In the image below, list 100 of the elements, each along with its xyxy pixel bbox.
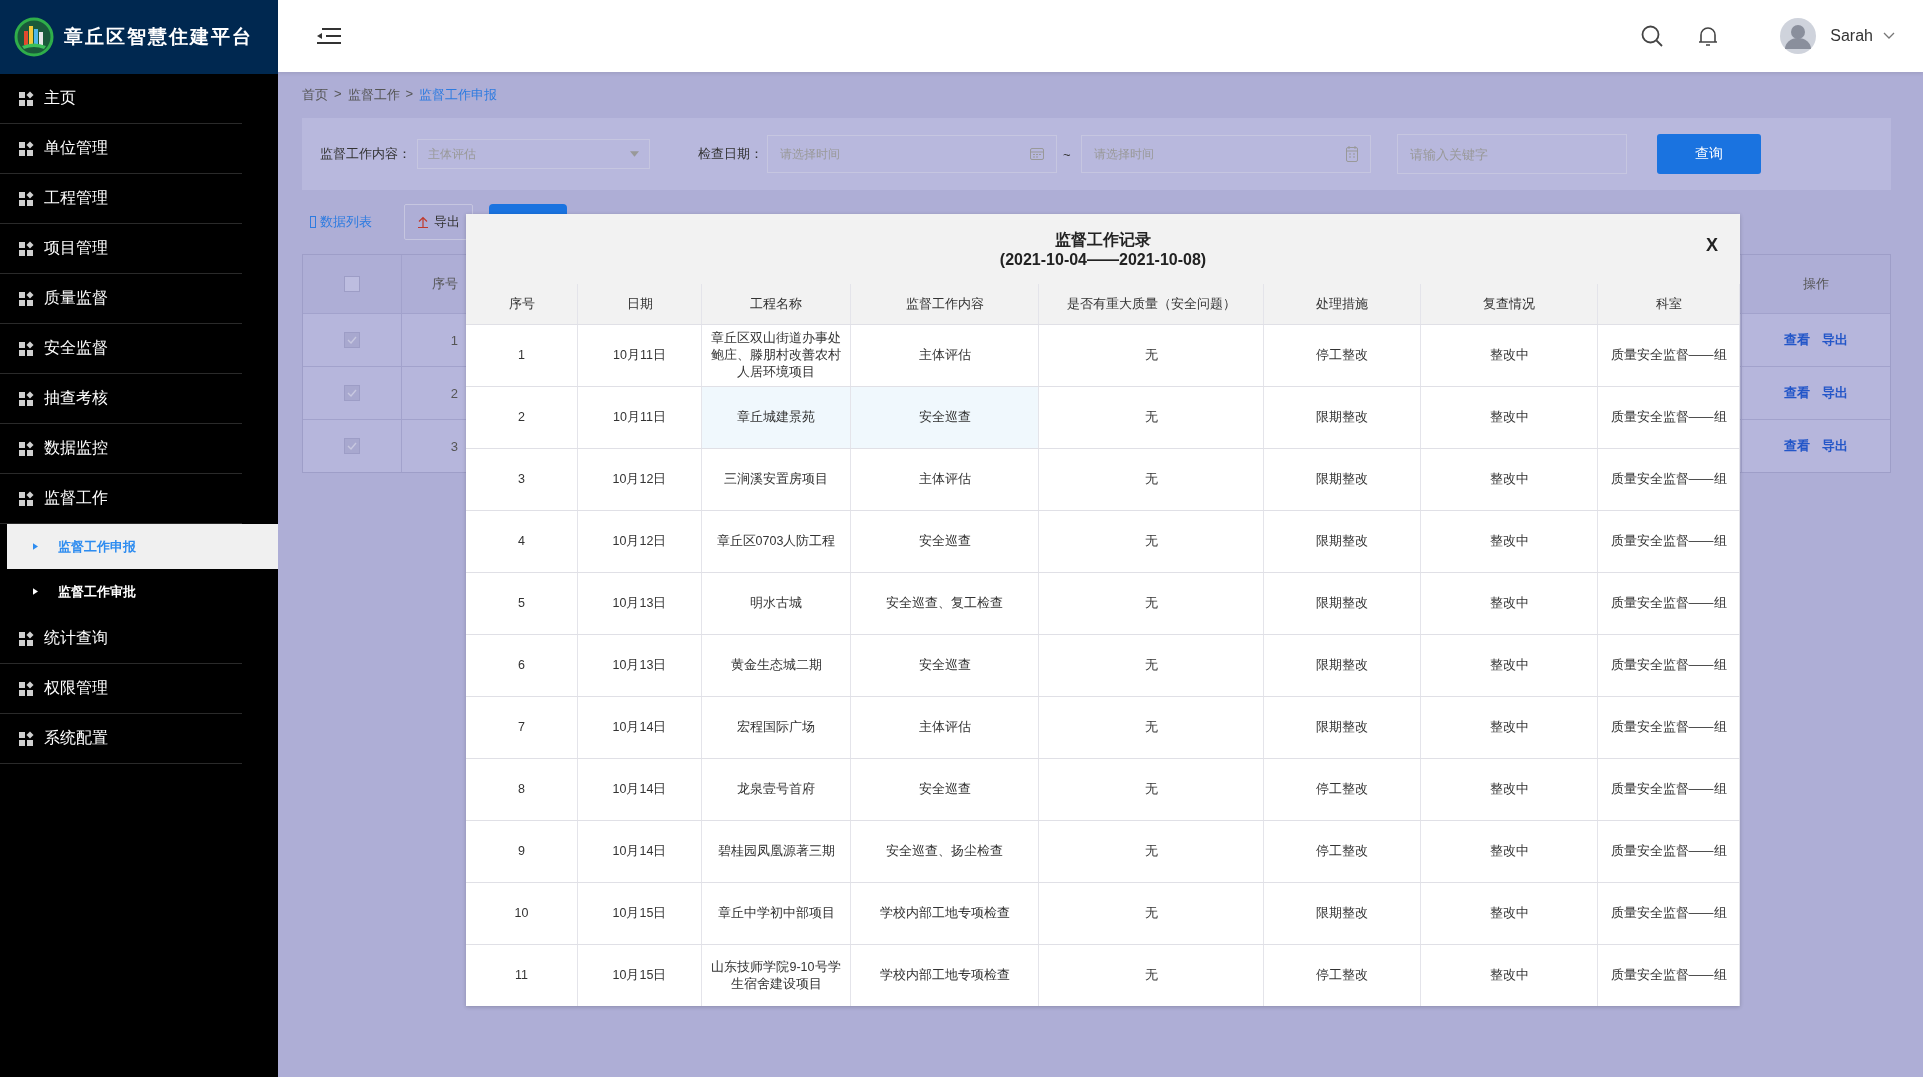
table-cell: 停工整改 (1264, 821, 1421, 882)
action-link[interactable]: 查看 (1784, 437, 1810, 455)
action-link[interactable]: 导出 (1822, 331, 1848, 349)
caret-icon (33, 588, 38, 595)
table-cell: 质量安全监督——组 (1598, 883, 1740, 944)
column-header: 序号 (466, 284, 578, 324)
sub-nav-item[interactable]: 监督工作审批 (7, 569, 278, 614)
grid-icon (18, 140, 34, 157)
nav-item[interactable]: 项目管理 (0, 224, 242, 274)
action-link[interactable]: 查看 (1784, 331, 1810, 349)
column-header: 操作 (1741, 255, 1890, 313)
action-link[interactable]: 导出 (1822, 437, 1848, 455)
breadcrumb-link[interactable]: 监督工作 (347, 86, 400, 104)
checkmark-icon (347, 389, 357, 397)
table-cell: 学校内部工地专项检查 (851, 945, 1039, 1006)
table-cell: 主体评估 (851, 697, 1039, 758)
table-cell: 10月14日 (578, 759, 702, 820)
table-cell: 质量安全监督——组 (1598, 387, 1740, 448)
row-checkbox[interactable] (344, 438, 360, 454)
table-cell: 10月12日 (578, 449, 702, 510)
table-cell: 无 (1039, 697, 1264, 758)
column-header: 科室 (1598, 284, 1740, 324)
table-cell: 限期整改 (1264, 635, 1421, 696)
table-cell: 安全巡查 (851, 511, 1039, 572)
nav-item[interactable]: 权限管理 (0, 664, 242, 714)
nav-item[interactable]: 数据监控 (0, 424, 242, 474)
table-cell: 限期整改 (1264, 511, 1421, 572)
table-cell: 山东技师学院9-10号学生宿舍建设项目 (702, 945, 851, 1006)
table-cell: 4 (466, 511, 578, 572)
table-cell: 无 (1039, 759, 1264, 820)
user-name[interactable]: Sarah (1830, 27, 1873, 45)
table-cell: 10月12日 (578, 511, 702, 572)
menu-icon[interactable] (316, 28, 342, 44)
table-cell: 质量安全监督——组 (1598, 821, 1740, 882)
search-icon[interactable] (1640, 24, 1665, 48)
table-cell: 10 (466, 883, 578, 944)
table-cell: 无 (1039, 325, 1264, 386)
action-link[interactable]: 查看 (1784, 384, 1810, 402)
table-cell: 10月15日 (578, 945, 702, 1006)
table-cell: 主体评估 (851, 449, 1039, 510)
table-cell: 无 (1039, 387, 1264, 448)
dropdown-arrow-icon (630, 151, 639, 157)
grid-icon (18, 290, 34, 307)
grid-icon (18, 240, 34, 257)
column-header: 是否有重大质量（安全问题） (1039, 284, 1264, 324)
column-header: 监督工作内容 (851, 284, 1039, 324)
table-cell: 无 (1039, 449, 1264, 510)
row-checkbox[interactable] (344, 385, 360, 401)
table-cell: 10月14日 (578, 697, 702, 758)
table-cell: 整改中 (1421, 883, 1598, 944)
table-cell: 8 (466, 759, 578, 820)
caret-icon (33, 543, 38, 550)
nav-item[interactable]: 单位管理 (0, 124, 242, 174)
nav-item[interactable]: 工程管理 (0, 174, 242, 224)
close-button[interactable]: X (1700, 234, 1724, 257)
grid-icon (18, 440, 34, 457)
select-all-checkbox[interactable] (344, 276, 360, 292)
table-cell: 11 (466, 945, 578, 1006)
table-cell: 无 (1039, 573, 1264, 634)
checkmark-icon (347, 336, 357, 344)
nav-item[interactable]: 主页 (0, 74, 242, 124)
avatar[interactable] (1780, 18, 1817, 54)
table-cell: 5 (466, 573, 578, 634)
table-cell: 整改中 (1421, 697, 1598, 758)
grid-icon (18, 490, 34, 507)
row-checkbox[interactable] (344, 332, 360, 348)
column-header: 日期 (578, 284, 702, 324)
keyword-field[interactable]: 请输入关键字 (1396, 134, 1627, 174)
table-cell-text: 3 (449, 437, 458, 456)
table-cell: 质量安全监督——组 (1598, 325, 1740, 386)
grid-icon (18, 730, 34, 747)
table-cell: 整改中 (1421, 759, 1598, 820)
query-button[interactable]: 查询 (1656, 134, 1761, 174)
table-cell: 整改中 (1421, 325, 1598, 386)
nav-item[interactable]: 质量监督 (0, 274, 242, 324)
table-cell: 10月13日 (578, 635, 702, 696)
nav-item[interactable]: 统计查询 (0, 614, 242, 664)
nav-item[interactable]: 抽查考核 (0, 374, 242, 424)
table-cell: 质量安全监督——组 (1598, 697, 1740, 758)
chevron-down-icon[interactable] (1883, 32, 1895, 40)
column-header: 工程名称 (702, 284, 851, 324)
table-cell: 无 (1039, 945, 1264, 1006)
table-cell-text: 1 (449, 331, 458, 350)
breadcrumb-separator: > (334, 86, 342, 103)
calendar-icon (1030, 148, 1044, 160)
table-cell: 10月13日 (578, 573, 702, 634)
action-link[interactable]: 导出 (1822, 384, 1848, 402)
table-cell: 质量安全监督——组 (1598, 635, 1740, 696)
table-cell: 限期整改 (1264, 573, 1421, 634)
range-separator: ~ (1063, 146, 1071, 162)
breadcrumb-link[interactable]: 首页 (302, 86, 328, 104)
app-title: 章丘区智慧住建平台 (64, 24, 253, 49)
table-cell: 停工整改 (1264, 759, 1421, 820)
grid-icon (18, 630, 34, 647)
nav-item[interactable]: 系统配置 (0, 714, 242, 764)
table-cell: 7 (466, 697, 578, 758)
table-cell: 6 (466, 635, 578, 696)
table-cell: 10月11日 (578, 325, 702, 386)
nav-item[interactable]: 安全监督 (0, 324, 242, 374)
table-cell: 章丘中学初中部项目 (702, 883, 851, 944)
